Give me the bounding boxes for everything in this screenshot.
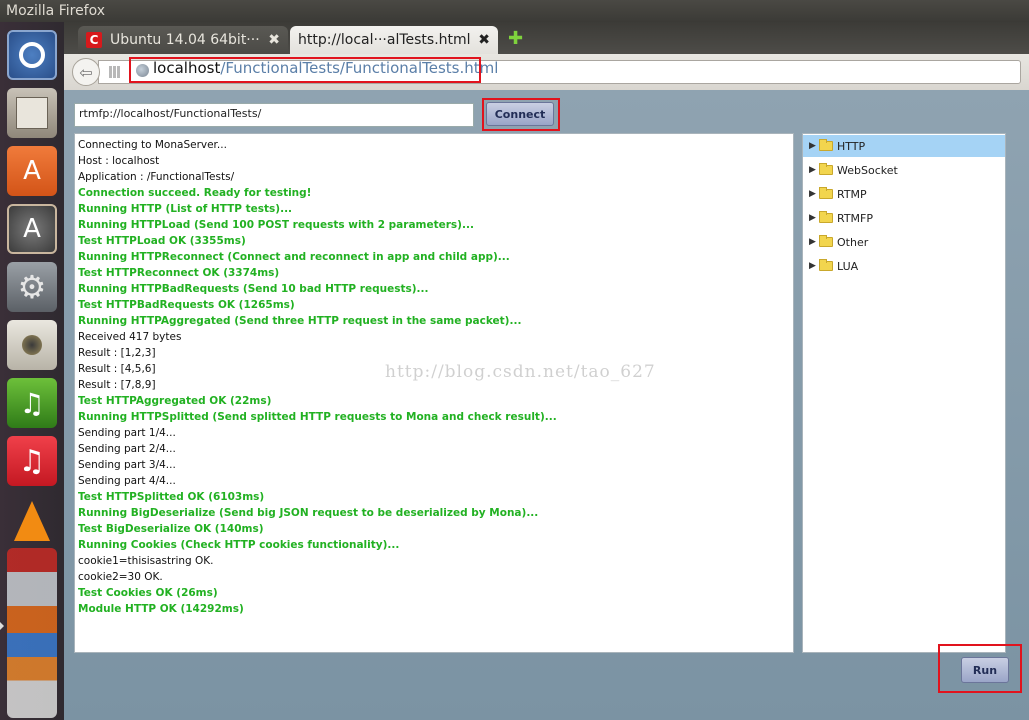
tab-close-icon[interactable]: ✖ <box>478 32 490 48</box>
software-center-glyph: A <box>23 156 41 186</box>
vlc-icon[interactable] <box>7 496 57 546</box>
expand-arrow-icon[interactable]: ▶ <box>809 141 819 151</box>
log-line: Test HTTPBadRequests OK (1265ms) <box>78 299 295 311</box>
log-line: cookie2=30 OK. <box>78 571 163 583</box>
file-cabinet-icon <box>16 97 48 129</box>
expand-arrow-icon[interactable]: ▶ <box>809 237 819 247</box>
window-title: Mozilla Firefox <box>6 3 106 19</box>
folder-icon <box>819 163 833 175</box>
tab-functional-tests[interactable]: http://local···alTests.html ✖ <box>290 26 498 54</box>
tab-favicon-icon: C <box>86 32 102 48</box>
tab-label: http://local···alTests.html <box>298 32 471 48</box>
tree-item-label: Other <box>837 235 869 249</box>
connect-button[interactable]: Connect <box>486 102 554 126</box>
window-title-bar: Mozilla Firefox <box>0 0 1029 22</box>
ubuntu-logo-icon <box>19 42 45 68</box>
page-content: rtmfp://localhost/FunctionalTests/ Conne… <box>64 90 1029 720</box>
new-tab-plus-icon[interactable]: ✚ <box>508 28 523 49</box>
back-arrow-icon: ⇦ <box>79 62 93 82</box>
log-line: Result : [1,2,3] <box>78 347 156 359</box>
navigation-bar: ⇦ localhost/FunctionalTests/FunctionalTe… <box>64 54 1029 91</box>
tab-label: Ubuntu 14.04 64bit··· <box>110 32 260 48</box>
folder-icon <box>819 187 833 199</box>
test-tree: ▶ HTTP ▶ WebSocket ▶ RTMP ▶ RTMFP ▶ Other ▶ LUA <box>802 133 1006 653</box>
log-line: Connection succeed. Ready for testing! <box>78 187 312 199</box>
folder-icon <box>819 235 833 247</box>
log-line: Test BigDeserialize OK (140ms) <box>78 523 264 535</box>
expand-arrow-icon[interactable]: ▶ <box>809 189 819 199</box>
ubuntu-dash-icon[interactable] <box>7 30 57 80</box>
watermark: http://blog.csdn.net/tao_627 <box>385 362 656 382</box>
log-line: Host : localhost <box>78 155 160 167</box>
log-line: Module HTTP OK (14292ms) <box>78 603 244 615</box>
music-app-icon[interactable]: ♫ <box>7 378 57 428</box>
log-line: Connecting to MonaServer... <box>78 139 227 151</box>
files-icon[interactable] <box>7 88 57 138</box>
log-line: cookie1=thisisastring OK. <box>78 555 214 567</box>
log-line: Test HTTPLoad OK (3355ms) <box>78 235 246 247</box>
tree-item-http[interactable]: ▶ HTTP <box>803 135 1005 157</box>
tree-item-label: LUA <box>837 259 859 273</box>
tree-item-lua[interactable]: ▶ LUA <box>803 255 1005 277</box>
log-line: Sending part 3/4... <box>78 459 176 471</box>
speaker-icon[interactable] <box>7 320 57 370</box>
tree-item-websocket[interactable]: ▶ WebSocket <box>803 159 1005 181</box>
log-line: Test HTTPAggregated OK (22ms) <box>78 395 272 407</box>
expand-arrow-icon[interactable]: ▶ <box>809 165 819 175</box>
tree-item-other[interactable]: ▶ Other <box>803 231 1005 253</box>
server-url-input[interactable]: rtmfp://localhost/FunctionalTests/ <box>74 103 474 127</box>
expand-arrow-icon[interactable]: ▶ <box>809 261 819 271</box>
update-manager-icon[interactable]: A <box>7 204 57 254</box>
tree-item-label: HTTP <box>837 139 866 153</box>
log-line: Test Cookies OK (26ms) <box>78 587 218 599</box>
log-line: Application : /FunctionalTests/ <box>78 171 235 183</box>
log-line: Running HTTP (List of HTTP tests)... <box>78 203 293 215</box>
log-line: Sending part 2/4... <box>78 443 176 455</box>
log-line: Sending part 1/4... <box>78 427 176 439</box>
tree-item-label: WebSocket <box>837 163 898 177</box>
update-manager-glyph: A <box>23 214 41 244</box>
run-button[interactable]: Run <box>961 657 1009 683</box>
log-line: Running Cookies (Check HTTP cookies func… <box>78 539 400 551</box>
music-note-icon: ♫ <box>19 386 45 420</box>
gear-icon: ⚙ <box>17 268 47 306</box>
log-line: Running HTTPBadRequests (Send 10 bad HTT… <box>78 283 429 295</box>
grid-icon <box>109 66 121 78</box>
tab-bar: C Ubuntu 14.04 64bit··· ✖ http://local··… <box>64 22 1029 54</box>
tree-item-rtmp[interactable]: ▶ RTMP <box>803 183 1005 205</box>
app-stack-icon[interactable] <box>7 548 57 718</box>
log-line: Sending part 4/4... <box>78 475 176 487</box>
traffic-cone-icon <box>14 501 50 541</box>
log-line: Running HTTPSplitted (Send splitted HTTP… <box>78 411 557 423</box>
test-log: Connecting to MonaServer... Host : localh… <box>74 133 794 653</box>
tab-close-icon[interactable]: ✖ <box>268 32 280 48</box>
log-line: Running HTTPReconnect (Connect and recon… <box>78 251 510 263</box>
log-line: Test HTTPReconnect OK (3374ms) <box>78 267 280 279</box>
log-line: Received 417 bytes <box>78 331 182 343</box>
log-line: Running BigDeserialize (Send big JSON re… <box>78 507 539 519</box>
log-line: Running HTTPLoad (Send 100 POST requests… <box>78 219 474 231</box>
itunes-icon[interactable]: ♫ <box>7 436 57 486</box>
url-highlight-box <box>129 57 481 83</box>
folder-icon <box>819 211 833 223</box>
speaker-cone-icon <box>22 335 42 355</box>
itunes-note-icon: ♫ <box>18 443 46 479</box>
tree-item-rtmfp[interactable]: ▶ RTMFP <box>803 207 1005 229</box>
log-line: Running HTTPAggregated (Send three HTTP … <box>78 315 522 327</box>
expand-arrow-icon[interactable]: ▶ <box>809 213 819 223</box>
tab-ubuntu-vm[interactable]: C Ubuntu 14.04 64bit··· ✖ <box>78 26 288 54</box>
log-line: Test HTTPSplitted OK (6103ms) <box>78 491 265 503</box>
back-button[interactable]: ⇦ <box>72 58 100 86</box>
software-center-icon[interactable]: A <box>7 146 57 196</box>
folder-icon <box>819 259 833 271</box>
folder-icon <box>819 139 833 151</box>
launcher-active-indicator <box>0 622 4 630</box>
tree-item-label: RTMP <box>837 187 867 201</box>
tree-item-label: RTMFP <box>837 211 874 225</box>
unity-launcher: A A ⚙ ♫ ♫ <box>0 22 64 720</box>
system-settings-icon[interactable]: ⚙ <box>7 262 57 312</box>
